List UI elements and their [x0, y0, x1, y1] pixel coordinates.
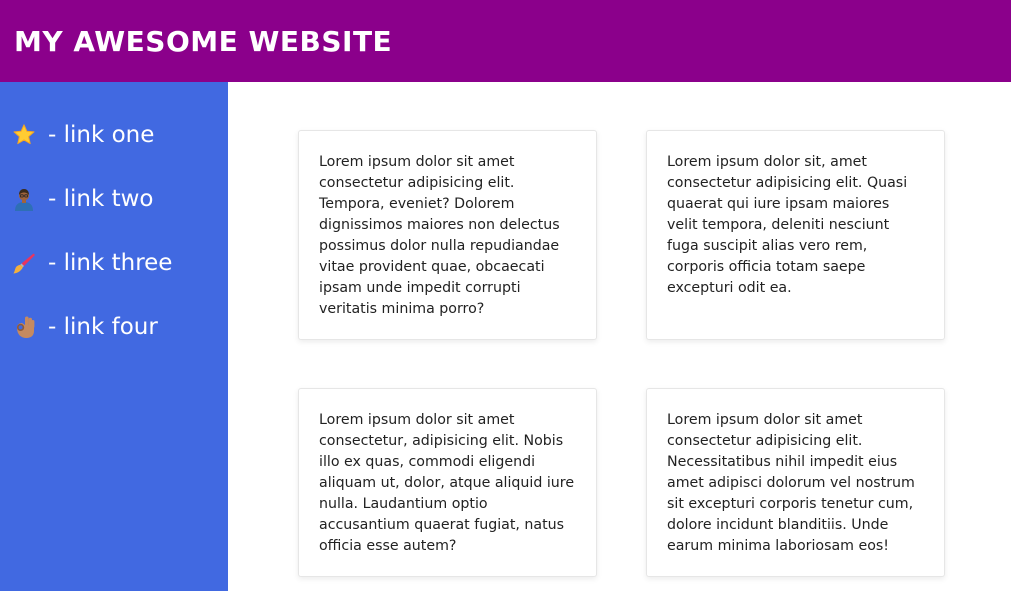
sidebar-item-label: - link four — [48, 314, 158, 340]
card: Lorem ipsum dolor sit amet consectetur, … — [298, 388, 597, 577]
main-content: Lorem ipsum dolor sit amet consectetur a… — [228, 82, 1011, 591]
sidebar-item-link-four[interactable]: - link four — [0, 295, 228, 359]
site-title: MY AWESOME WEBSITE — [14, 24, 393, 58]
person-icon — [12, 187, 36, 211]
card: Lorem ipsum dolor sit amet consectetur a… — [646, 388, 945, 577]
card-text: Lorem ipsum dolor sit amet consectetur a… — [667, 412, 915, 554]
sidebar-item-label: - link one — [48, 122, 155, 148]
sidebar: - link one - link two - link three - lin… — [0, 82, 228, 591]
ok-hand-icon — [12, 315, 36, 339]
card-text: Lorem ipsum dolor sit amet consectetur a… — [319, 154, 560, 317]
paintbrush-icon — [12, 251, 36, 275]
sidebar-item-label: - link two — [48, 186, 154, 212]
star-icon — [12, 123, 36, 147]
sidebar-item-label: - link three — [48, 250, 173, 276]
card-text: Lorem ipsum dolor sit, amet consectetur … — [667, 154, 908, 296]
sidebar-item-link-one[interactable]: - link one — [0, 103, 228, 167]
sidebar-item-link-three[interactable]: - link three — [0, 231, 228, 295]
site-header: MY AWESOME WEBSITE — [0, 0, 1011, 82]
card: Lorem ipsum dolor sit amet consectetur a… — [298, 130, 597, 340]
card-text: Lorem ipsum dolor sit amet consectetur, … — [319, 412, 575, 554]
sidebar-item-link-two[interactable]: - link two — [0, 167, 228, 231]
card: Lorem ipsum dolor sit, amet consectetur … — [646, 130, 945, 340]
